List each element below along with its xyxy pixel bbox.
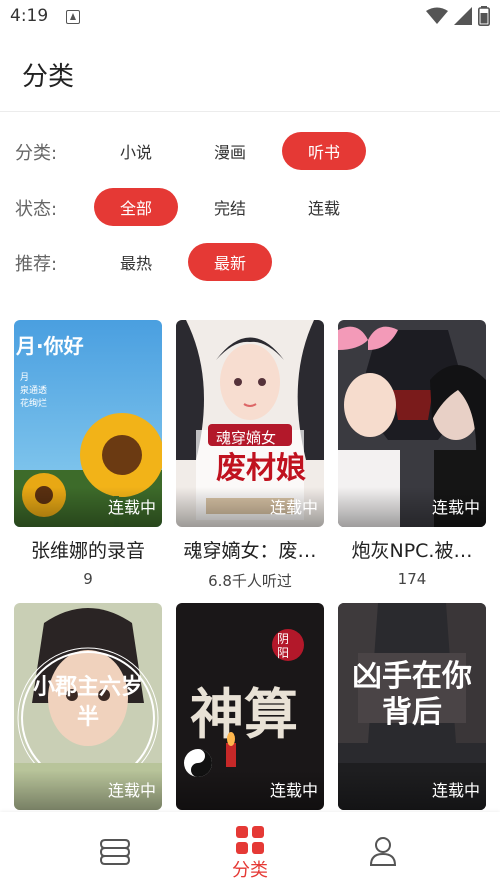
status-badge: 连载中 (269, 498, 318, 517)
person-icon (369, 837, 397, 866)
cover-title-text: 凶手在你背后 (352, 659, 472, 730)
status-badge: 连载中 (107, 498, 156, 517)
book-cover[interactable]: 阴 阳 神算 连载中 (176, 603, 324, 810)
bookshelf-icon (99, 839, 131, 865)
chip-hottest[interactable]: 最热 (94, 243, 178, 281)
book-title[interactable]: 魂穿嫡女：废… (176, 536, 324, 563)
chip-completed[interactable]: 完结 (188, 188, 272, 226)
status-badge: 连载中 (431, 498, 480, 517)
app-header: 分类 (0, 34, 500, 112)
book-title[interactable]: 张维娜的录音 (14, 536, 162, 563)
status-badge: 连载中 (107, 781, 156, 800)
book-cover[interactable]: 废材娘 魂穿嫡女 连载中 (176, 320, 324, 527)
status-badge: 连载中 (269, 781, 318, 800)
filter-row-category: 分类: 小说 漫画 听书 (0, 130, 500, 170)
battery-icon (478, 6, 490, 26)
tab-profile[interactable] (300, 812, 466, 889)
svg-text:阴: 阴 (277, 632, 289, 646)
filter-label-category: 分类: (15, 143, 58, 164)
book-cover[interactable]: 月 泉通透 花绚烂 月·你好 连载中 (14, 320, 162, 527)
chip-comic[interactable]: 漫画 (188, 132, 272, 170)
book-listen-count: 6.8千人听过 (208, 572, 292, 590)
bottom-tab-bar: 分类 (0, 812, 500, 889)
book-cover[interactable]: 凶手在你背后 连载中 (338, 603, 486, 810)
chip-audiobook[interactable]: 听书 (282, 132, 366, 170)
book-cover[interactable]: 连载中 (338, 320, 486, 527)
svg-text:阳: 阳 (277, 646, 289, 660)
status-time: 4:19 (10, 6, 49, 26)
status-badge: 连载中 (431, 781, 480, 800)
notification-icon (66, 10, 80, 24)
filter-label-status: 状态: (15, 199, 58, 220)
svg-text:废材娘: 废材娘 (216, 451, 306, 486)
status-icons (426, 6, 490, 26)
filter-row-status: 状态: 全部 完结 连载 (0, 186, 500, 226)
cover-title-text: 魂穿嫡女 (216, 429, 277, 447)
book-title[interactable]: 炮灰NPC.被… (338, 536, 486, 563)
status-bar: 4:19 (0, 0, 500, 34)
book-listen-count: 174 (397, 570, 427, 588)
svg-text:泉通透: 泉通透 (20, 384, 47, 396)
page-title: 分类 (22, 62, 75, 92)
chip-novel[interactable]: 小说 (94, 132, 178, 170)
signal-icon (454, 7, 472, 25)
filter-row-recommend: 推荐: 最热 最新 (0, 241, 500, 281)
svg-text:月: 月 (20, 372, 29, 383)
chip-serializing[interactable]: 连载 (282, 188, 366, 226)
svg-text:神算: 神算 (190, 682, 298, 746)
chip-all[interactable]: 全部 (94, 188, 178, 226)
cover-title-text: 小郡主六岁半 (32, 675, 143, 730)
book-listen-count: 9 (83, 570, 93, 588)
svg-text:花绚烂: 花绚烂 (20, 397, 47, 409)
chip-newest[interactable]: 最新 (188, 243, 272, 281)
filter-label-recommend: 推荐: (15, 254, 58, 275)
book-cover[interactable]: 小郡主六岁半 连载中 (14, 603, 162, 810)
category-grid-icon (236, 826, 264, 854)
cover-title-text: 月·你好 (16, 334, 84, 358)
wifi-icon (426, 7, 448, 24)
